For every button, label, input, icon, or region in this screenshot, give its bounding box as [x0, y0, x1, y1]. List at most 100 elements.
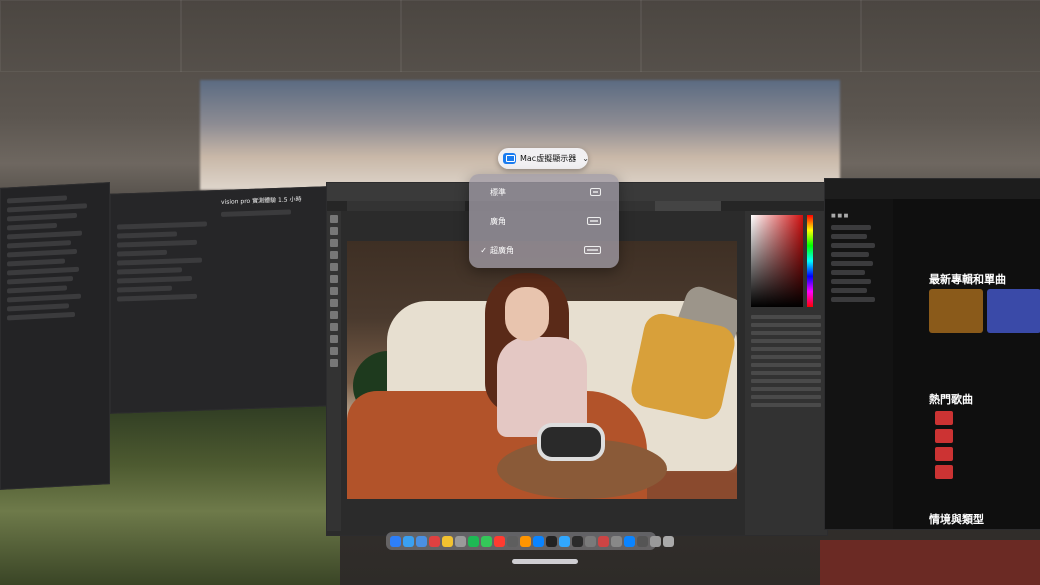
- app-icon[interactable]: [585, 535, 596, 547]
- properties-row[interactable]: [751, 339, 821, 343]
- yt-sidebar[interactable]: ■ ■ ■: [825, 199, 893, 529]
- properties-row[interactable]: [751, 323, 821, 327]
- person-face-shape: [505, 287, 549, 341]
- spotify-icon[interactable]: [468, 535, 479, 547]
- app-icon[interactable]: [624, 535, 635, 547]
- properties-row[interactable]: [751, 315, 821, 319]
- layers-row[interactable]: [751, 395, 821, 399]
- safari-icon[interactable]: [403, 535, 414, 547]
- lightroom-icon[interactable]: [572, 535, 583, 547]
- layers-row[interactable]: [751, 379, 821, 383]
- mac-virtual-display-button[interactable]: Mac虛擬顯示器 ⌄: [498, 148, 589, 169]
- sidebar-item[interactable]: [831, 243, 875, 248]
- gradient-tool-icon[interactable]: [330, 311, 338, 319]
- window-grabber-bar[interactable]: [512, 559, 578, 564]
- app-icon[interactable]: [507, 535, 518, 547]
- note-line: [117, 293, 197, 302]
- marquee-tool-icon[interactable]: [330, 227, 338, 235]
- trash-icon[interactable]: [663, 535, 674, 547]
- tab-document[interactable]: [385, 201, 427, 211]
- note-line: [117, 249, 167, 257]
- hue-slider[interactable]: [807, 215, 813, 307]
- list-item: [7, 266, 79, 276]
- sidebar-item[interactable]: [831, 234, 867, 239]
- properties-row[interactable]: [751, 355, 821, 359]
- layers-row[interactable]: [751, 371, 821, 375]
- app-icon[interactable]: [598, 535, 609, 547]
- mac-display-icon: [503, 153, 516, 164]
- notes-window[interactable]: vision pro 實測體驗 1.5 小時: [110, 186, 327, 414]
- display-wide-icon: [587, 217, 601, 225]
- menu-item-ultrawide[interactable]: ✓ 超廣角: [469, 237, 619, 263]
- notes-icon[interactable]: [442, 535, 453, 547]
- eyedropper-tool-icon[interactable]: [330, 263, 338, 271]
- stamp-tool-icon[interactable]: [330, 287, 338, 295]
- display-size-menu[interactable]: 標準 廣角 ✓ 超廣角: [469, 174, 619, 268]
- settings-icon[interactable]: [650, 535, 661, 547]
- sidebar-item[interactable]: [831, 270, 865, 275]
- brush-tool-icon[interactable]: [330, 275, 338, 283]
- app-icon[interactable]: [637, 535, 648, 547]
- hand-tool-icon[interactable]: [330, 347, 338, 355]
- mail-icon[interactable]: [416, 535, 427, 547]
- section-mood: 情境與類型: [929, 513, 984, 526]
- ps-canvas-photo[interactable]: [347, 241, 737, 499]
- vlc-icon[interactable]: [520, 535, 531, 547]
- sidebar-item[interactable]: [831, 225, 871, 230]
- finder-icon[interactable]: [390, 535, 401, 547]
- tab-document[interactable]: [423, 201, 465, 211]
- color-picker[interactable]: [751, 215, 803, 307]
- app-icon[interactable]: [546, 535, 557, 547]
- list-item: [7, 285, 67, 294]
- layers-row[interactable]: [751, 403, 821, 407]
- lasso-tool-icon[interactable]: [330, 239, 338, 247]
- ps-toolbar[interactable]: [327, 211, 341, 531]
- properties-row[interactable]: [751, 363, 821, 367]
- file-list-window[interactable]: [0, 182, 110, 490]
- section-new-albums: 最新專輯和單曲: [929, 273, 1006, 286]
- sidebar-item[interactable]: [831, 261, 873, 266]
- app-icon[interactable]: [611, 535, 622, 547]
- eraser-tool-icon[interactable]: [330, 299, 338, 307]
- sidebar-item[interactable]: ■ ■ ■: [831, 213, 887, 219]
- note-line: [117, 257, 202, 266]
- album-thumbnail[interactable]: [987, 289, 1040, 333]
- sidebar-item[interactable]: [831, 297, 875, 302]
- app-icon[interactable]: [533, 535, 544, 547]
- sidebar-item[interactable]: [831, 252, 869, 257]
- browser-toolbar[interactable]: [825, 179, 1040, 199]
- layers-row[interactable]: [751, 387, 821, 391]
- sidebar-item[interactable]: [831, 279, 871, 284]
- song-thumbnail[interactable]: [935, 465, 953, 479]
- tab-document-active[interactable]: [655, 201, 721, 211]
- menu-item-wide[interactable]: 廣角: [469, 208, 619, 234]
- song-thumbnail[interactable]: [935, 411, 953, 425]
- messages-icon[interactable]: [481, 535, 492, 547]
- tab-document[interactable]: [617, 201, 659, 211]
- music-icon[interactable]: [494, 535, 505, 547]
- properties-row[interactable]: [751, 347, 821, 351]
- song-thumbnail[interactable]: [935, 429, 953, 443]
- crop-tool-icon[interactable]: [330, 251, 338, 259]
- properties-row[interactable]: [751, 331, 821, 335]
- tab-document[interactable]: [347, 201, 389, 211]
- pen-tool-icon[interactable]: [330, 335, 338, 343]
- menu-item-standard[interactable]: 標準: [469, 179, 619, 205]
- move-tool-icon[interactable]: [330, 215, 338, 223]
- song-thumbnail[interactable]: [935, 447, 953, 461]
- list-item: [7, 293, 81, 303]
- mac-dock[interactable]: [386, 532, 674, 550]
- app-icon[interactable]: [455, 535, 466, 547]
- album-thumbnail[interactable]: [929, 289, 983, 333]
- photoshop-icon[interactable]: [559, 535, 570, 547]
- youtube-music-window[interactable]: ■ ■ ■ 最新專輯和單曲 熱門歌曲 情境與類型: [824, 178, 1040, 530]
- note-line: [117, 267, 182, 275]
- calendar-icon[interactable]: [429, 535, 440, 547]
- text-tool-icon[interactable]: [330, 323, 338, 331]
- sidebar-item[interactable]: [831, 288, 867, 293]
- checkmark-icon: ✓: [480, 245, 487, 255]
- ps-right-panels[interactable]: [745, 211, 827, 535]
- menu-item-label: 標準: [490, 187, 506, 197]
- ceiling-tile: [180, 0, 402, 72]
- zoom-tool-icon[interactable]: [330, 359, 338, 367]
